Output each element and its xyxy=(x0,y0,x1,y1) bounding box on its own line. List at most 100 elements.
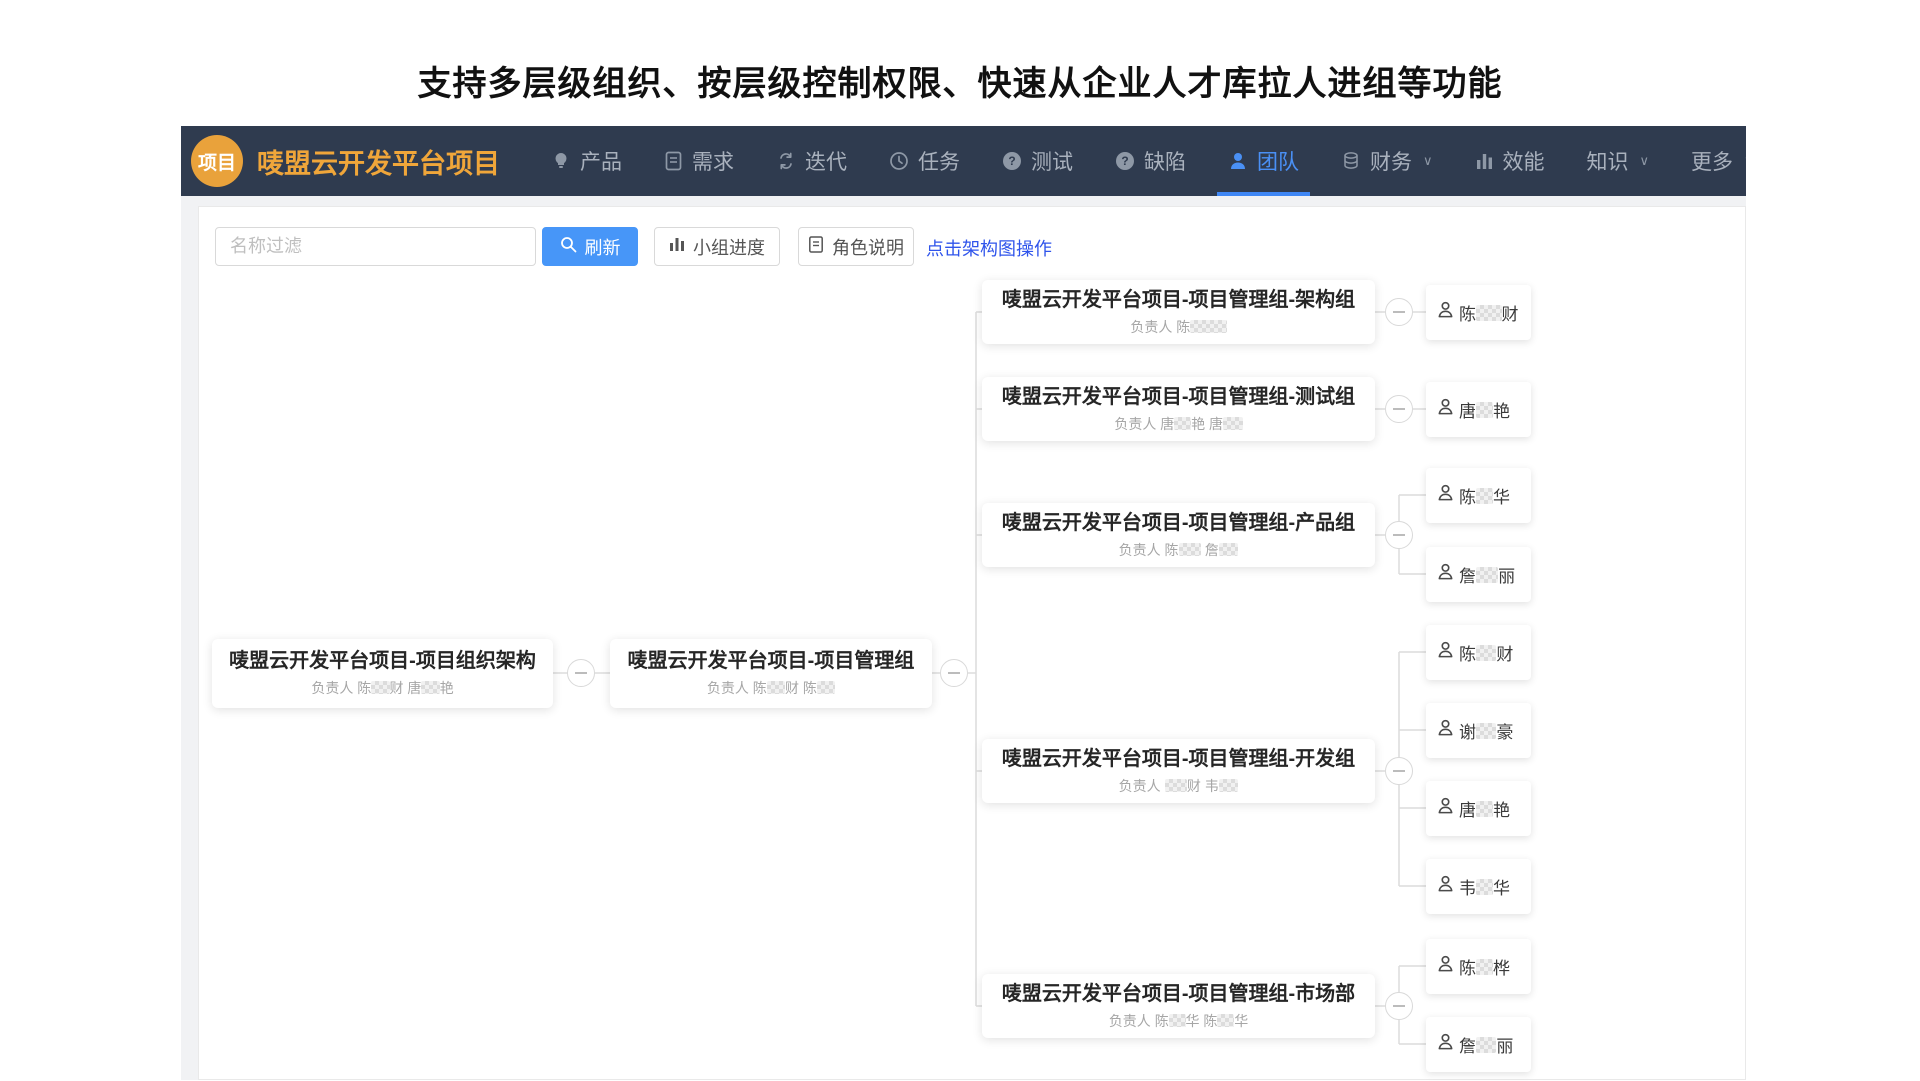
collapse-toggle[interactable] xyxy=(1385,757,1413,785)
question-circle-icon: ? xyxy=(1115,151,1135,171)
document-icon xyxy=(664,151,683,171)
member-name: 陈财 xyxy=(1459,300,1519,325)
member-node[interactable]: 陈华 xyxy=(1426,468,1531,523)
person-icon xyxy=(1436,1032,1455,1056)
nav-item-label: 知识 xyxy=(1587,146,1629,176)
nav-item-performance[interactable]: 效能 xyxy=(1454,126,1566,196)
person-icon xyxy=(1436,796,1455,820)
question-circle-icon: ? xyxy=(1002,151,1022,171)
content-background: 刷新 小组进度 角色说明 点击架构图操作 唛盟云开发平台项目-项目组织架构 负责… xyxy=(181,196,1746,1080)
nav-item-label: 效能 xyxy=(1503,146,1545,176)
censored-text xyxy=(1476,488,1493,504)
nav-item-iteration[interactable]: 迭代 xyxy=(755,126,868,196)
nav-item-label: 需求 xyxy=(692,146,734,176)
org-node-owner: 负责人 唐艳 唐 xyxy=(1114,414,1242,434)
nav-item-product[interactable]: 产品 xyxy=(530,126,643,196)
nav-item-test[interactable]: ? 测试 xyxy=(981,126,1094,196)
database-icon xyxy=(1341,151,1361,171)
collapse-toggle[interactable] xyxy=(1385,992,1413,1020)
censored-text xyxy=(1476,402,1493,418)
person-icon xyxy=(1436,718,1455,742)
org-node-title: 唛盟云开发平台项目-项目管理组-架构组 xyxy=(1002,288,1355,313)
member-name: 陈财 xyxy=(1459,640,1513,665)
member-node[interactable]: 唐艳 xyxy=(1426,781,1531,836)
org-node-title: 唛盟云开发平台项目-项目管理组-开发组 xyxy=(1002,747,1355,772)
censored-text xyxy=(1190,320,1226,333)
org-node-dev-group[interactable]: 唛盟云开发平台项目-项目管理组-开发组 负责人 财 韦 xyxy=(982,739,1375,803)
org-chart: 唛盟云开发平台项目-项目组织架构 负责人 陈财 唐艳唛盟云开发平台项目-项目管理… xyxy=(199,207,1745,1079)
org-node-title: 唛盟云开发平台项目-项目管理组-产品组 xyxy=(1002,511,1355,536)
person-icon xyxy=(1436,874,1455,898)
collapse-toggle[interactable] xyxy=(567,659,595,687)
censored-text xyxy=(1223,417,1243,430)
member-name: 陈华 xyxy=(1459,483,1510,508)
nav-item-requirements[interactable]: 需求 xyxy=(643,126,755,196)
censored-text xyxy=(421,681,439,694)
org-node-market-dept[interactable]: 唛盟云开发平台项目-项目管理组-市场部 负责人 陈华 陈华 xyxy=(982,974,1375,1038)
org-node-title: 唛盟云开发平台项目-项目管理组 xyxy=(628,649,915,674)
censored-text xyxy=(1476,1037,1496,1053)
censored-text xyxy=(1217,1014,1234,1027)
censored-text xyxy=(1476,567,1498,583)
nav-item-defect[interactable]: ? 缺陷 xyxy=(1094,126,1207,196)
org-node-title: 唛盟云开发平台项目-项目管理组-测试组 xyxy=(1002,385,1355,410)
svg-text:?: ? xyxy=(1121,154,1128,168)
nav-item-label: 缺陷 xyxy=(1144,146,1186,176)
project-name: 唛盟云开发平台项目 xyxy=(257,142,500,181)
org-node-test-group[interactable]: 唛盟云开发平台项目-项目管理组-测试组 负责人 唐艳 唐 xyxy=(982,377,1375,441)
censored-text xyxy=(1476,645,1496,661)
person-icon xyxy=(1436,483,1455,507)
page-title: 支持多层级组织、按层级控制权限、快速从企业人才库拉人进组等功能 xyxy=(0,56,1920,105)
collapse-toggle[interactable] xyxy=(1385,521,1413,549)
nav-item-label: 更多 xyxy=(1691,146,1733,176)
censored-text xyxy=(1476,959,1493,975)
person-icon xyxy=(1436,640,1455,664)
member-node[interactable]: 谢豪 xyxy=(1426,703,1531,758)
censored-text xyxy=(817,681,835,694)
member-node[interactable]: 陈财 xyxy=(1426,625,1531,680)
nav-item-finance[interactable]: 财务∨ xyxy=(1320,126,1454,196)
censored-text xyxy=(1169,1014,1186,1027)
org-node-owner: 负责人 财 韦 xyxy=(1119,776,1239,796)
person-icon xyxy=(1228,151,1248,171)
chevron-down-icon: ∨ xyxy=(1744,153,1746,169)
project-logo: 项目 xyxy=(191,135,243,187)
org-node-root[interactable]: 唛盟云开发平台项目-项目组织架构 负责人 陈财 唐艳 xyxy=(212,639,553,708)
censored-text xyxy=(1476,879,1493,895)
member-name: 韦华 xyxy=(1459,874,1510,899)
nav-item-label: 测试 xyxy=(1031,146,1073,176)
org-node-management-group[interactable]: 唛盟云开发平台项目-项目管理组 负责人 陈财 陈 xyxy=(610,639,932,708)
member-name: 詹丽 xyxy=(1459,562,1515,587)
member-name: 唐艳 xyxy=(1459,397,1510,422)
collapse-toggle[interactable] xyxy=(940,659,968,687)
bar-chart-icon xyxy=(1475,152,1494,171)
collapse-toggle[interactable] xyxy=(1385,298,1413,326)
member-node[interactable]: 唐艳 xyxy=(1426,382,1531,437)
censored-text xyxy=(1219,779,1239,792)
member-node[interactable]: 詹丽 xyxy=(1426,1017,1531,1072)
nav-item-label: 迭代 xyxy=(805,146,847,176)
censored-text xyxy=(1476,305,1502,321)
nav-item-knowledge[interactable]: 知识∨ xyxy=(1566,126,1671,196)
censored-text xyxy=(1165,779,1187,792)
nav-item-label: 财务 xyxy=(1370,146,1412,176)
nav-item-task[interactable]: 任务 xyxy=(868,126,981,196)
nav-item-more[interactable]: 更多 ∨ xyxy=(1670,126,1746,196)
org-node-product-group[interactable]: 唛盟云开发平台项目-项目管理组-产品组 负责人 陈 詹 xyxy=(982,503,1375,567)
team-panel: 刷新 小组进度 角色说明 点击架构图操作 唛盟云开发平台项目-项目组织架构 负责… xyxy=(198,206,1746,1080)
censored-text xyxy=(1476,801,1493,817)
member-node[interactable]: 陈桦 xyxy=(1426,939,1531,994)
collapse-toggle[interactable] xyxy=(1385,395,1413,423)
nav-item-team[interactable]: 团队 xyxy=(1207,126,1320,196)
censored-text xyxy=(1476,723,1496,739)
nav-item-label: 产品 xyxy=(580,146,622,176)
member-name: 詹丽 xyxy=(1459,1032,1513,1057)
org-node-architecture-group[interactable]: 唛盟云开发平台项目-项目管理组-架构组 负责人 陈 xyxy=(982,280,1375,344)
org-node-owner: 负责人 陈财 陈 xyxy=(707,678,835,698)
member-node[interactable]: 陈财 xyxy=(1426,285,1531,340)
iteration-icon xyxy=(776,151,796,171)
member-node[interactable]: 韦华 xyxy=(1426,859,1531,914)
member-node[interactable]: 詹丽 xyxy=(1426,547,1531,602)
person-icon xyxy=(1436,954,1455,978)
bulb-icon xyxy=(551,151,571,171)
